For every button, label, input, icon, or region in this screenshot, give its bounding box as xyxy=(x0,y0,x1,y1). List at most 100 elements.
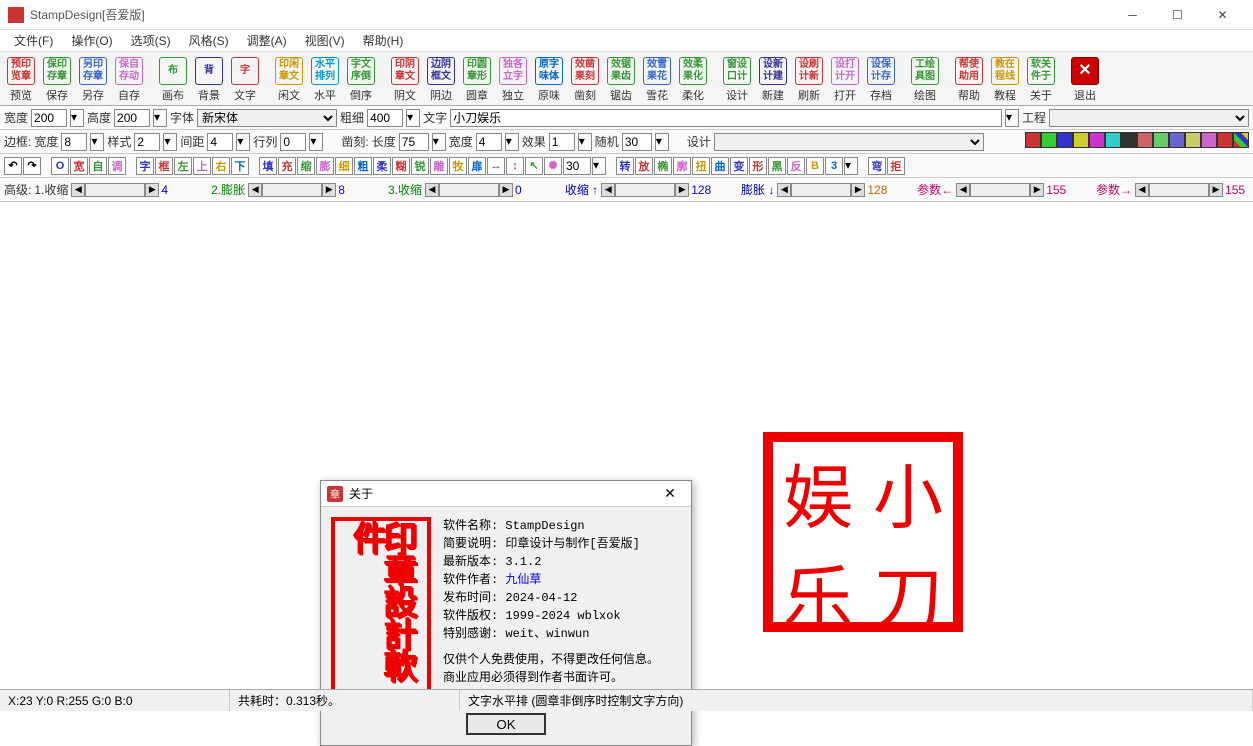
toolbar-保存[interactable]: 保印存章保存 xyxy=(40,55,74,103)
swatch[interactable] xyxy=(1121,132,1137,148)
swatch[interactable] xyxy=(1153,132,1169,148)
toolbar-帮助[interactable]: 帮使助用帮助 xyxy=(952,55,986,103)
toolbar-新建[interactable]: 设新计建新建 xyxy=(756,55,790,103)
toolbar-刷新[interactable]: 设刷计新刷新 xyxy=(792,55,826,103)
tool-变[interactable]: 变 xyxy=(730,157,748,175)
maximize-button[interactable]: ☐ xyxy=(1155,1,1200,29)
style-dd[interactable]: ▾ xyxy=(163,133,177,151)
shrink-up-slider[interactable]: ◀▶128 xyxy=(601,183,715,197)
toolbar-水平[interactable]: 水平排列水平 xyxy=(308,55,342,103)
tool-充[interactable]: 充 xyxy=(278,157,296,175)
swatch[interactable] xyxy=(1137,132,1153,148)
toolbar-原味[interactable]: 原字味体原味 xyxy=(532,55,566,103)
toolbar-雪花[interactable]: 效雪果花雪花 xyxy=(640,55,674,103)
undo-redo[interactable]: ↷ xyxy=(23,157,41,175)
tool-框[interactable]: 框 xyxy=(155,157,173,175)
swatch[interactable] xyxy=(1057,132,1073,148)
weight-dropdown[interactable]: ▾ xyxy=(406,109,420,127)
random-input[interactable] xyxy=(622,133,652,151)
tool-形[interactable]: 形 xyxy=(749,157,767,175)
carve-width-input[interactable] xyxy=(476,133,502,151)
swatch[interactable] xyxy=(1105,132,1121,148)
carve-length-input[interactable] xyxy=(399,133,429,151)
toolbar-画布[interactable]: 布画布 xyxy=(156,55,190,103)
toolbar-柔化[interactable]: 效柔果化柔化 xyxy=(676,55,710,103)
close-button[interactable]: ✕ xyxy=(1200,1,1245,29)
tool-放[interactable]: 放 xyxy=(635,157,653,175)
tool-拒[interactable]: 拒 xyxy=(887,157,905,175)
tool-椭[interactable]: 椭 xyxy=(654,157,672,175)
tool-宽[interactable]: 宽 xyxy=(70,157,88,175)
rand-dd[interactable]: ▾ xyxy=(655,133,669,151)
toolbar-关于[interactable]: 软关件于关于 xyxy=(1024,55,1058,103)
tool-↔[interactable]: ↔ xyxy=(487,157,505,175)
toolbar-设计[interactable]: 窗设口计设计 xyxy=(720,55,754,103)
project-select[interactable] xyxy=(1049,109,1249,127)
tool-锐[interactable]: 锐 xyxy=(411,157,429,175)
tool-自[interactable]: 自 xyxy=(89,157,107,175)
swatch[interactable] xyxy=(1185,132,1201,148)
height-dropdown[interactable]: ▾ xyxy=(153,109,167,127)
text-dropdown[interactable]: ▾ xyxy=(1005,109,1019,127)
len-dd[interactable]: ▾ xyxy=(432,133,446,151)
tool-粗[interactable]: 粗 xyxy=(354,157,372,175)
menu-选项(S)[interactable]: 选项(S) xyxy=(123,30,179,51)
toolbar-预览[interactable]: 预印览章预览 xyxy=(4,55,38,103)
param-left-slider[interactable]: ◀▶155 xyxy=(956,183,1070,197)
toolbar-存档[interactable]: 设保计存存档 xyxy=(864,55,898,103)
text-input[interactable] xyxy=(450,109,1002,127)
tool-3[interactable]: 3 xyxy=(825,157,843,175)
tool-↖[interactable]: ↖ xyxy=(525,157,543,175)
tool-柔[interactable]: 柔 xyxy=(373,157,391,175)
toolbar-绘图[interactable]: 工绘具图绘图 xyxy=(908,55,942,103)
menu-帮助(H)[interactable]: 帮助(H) xyxy=(355,30,412,51)
undo-redo[interactable]: ↶ xyxy=(4,157,22,175)
about-ok-button[interactable]: OK xyxy=(466,713,546,735)
tool-扉[interactable]: 扉 xyxy=(468,157,486,175)
tool-缩[interactable]: 缩 xyxy=(297,157,315,175)
toolbar-凿刻[interactable]: 效凿果刻凿刻 xyxy=(568,55,602,103)
design-select[interactable] xyxy=(714,133,984,151)
swatch[interactable] xyxy=(1073,132,1089,148)
weight-input[interactable] xyxy=(367,109,403,127)
row4-number-dd[interactable]: ▾ xyxy=(592,157,606,175)
effect-dd[interactable]: ▾ xyxy=(578,133,592,151)
menu-风格(S)[interactable]: 风格(S) xyxy=(181,30,237,51)
toolbar-独立[interactable]: 独各立字独立 xyxy=(496,55,530,103)
tool-右[interactable]: 右 xyxy=(212,157,230,175)
tool-B[interactable]: B xyxy=(806,157,824,175)
width-dropdown[interactable]: ▾ xyxy=(70,109,84,127)
expand-down-slider[interactable]: ◀▶128 xyxy=(777,183,891,197)
gap-dd[interactable]: ▾ xyxy=(236,133,250,151)
swatch[interactable] xyxy=(1025,132,1041,148)
tool-黑[interactable]: 黑 xyxy=(768,157,786,175)
tool-牧[interactable]: 牧 xyxy=(449,157,467,175)
tool-廓[interactable]: 廓 xyxy=(673,157,691,175)
menu-调整(A)[interactable]: 调整(A) xyxy=(239,30,295,51)
swatch-grid[interactable] xyxy=(1233,132,1249,148)
height-input[interactable] xyxy=(114,109,150,127)
toolbar-锯齿[interactable]: 效锯果齿锯齿 xyxy=(604,55,638,103)
tool-转[interactable]: 转 xyxy=(616,157,634,175)
cw-dd[interactable]: ▾ xyxy=(505,133,519,151)
effect-input[interactable] xyxy=(549,133,575,151)
bw-dd[interactable]: ▾ xyxy=(90,133,104,151)
toolbar-背景[interactable]: 背背景 xyxy=(192,55,226,103)
width-input[interactable] xyxy=(31,109,67,127)
toolbar-打开[interactable]: 设打计开打开 xyxy=(828,55,862,103)
tool-字[interactable]: 字 xyxy=(136,157,154,175)
shrink1-slider[interactable]: ◀▶4 xyxy=(71,183,185,197)
toolbar-闲文[interactable]: 印闲章文闲文 xyxy=(272,55,306,103)
toolbar-文字[interactable]: 字文字 xyxy=(228,55,262,103)
toolbar-倒序[interactable]: 字文序倒倒序 xyxy=(344,55,378,103)
tool-调[interactable]: 调 xyxy=(108,157,126,175)
toolbar-阴文[interactable]: 印阴章文阴文 xyxy=(388,55,422,103)
swatch[interactable] xyxy=(1169,132,1185,148)
tool-反[interactable]: 反 xyxy=(787,157,805,175)
toolbar-退出[interactable]: ✕退出 xyxy=(1068,55,1102,103)
border-width-input[interactable] xyxy=(61,133,87,151)
rc-dd[interactable]: ▾ xyxy=(309,133,323,151)
canvas-area[interactable]: 娱 小 乐 刀 章 关于 ✕ 印章設計軟件 软件名称: StampDesign简… xyxy=(0,202,1253,677)
toolbar-阴边[interactable]: 边阴框文阴边 xyxy=(424,55,458,103)
about-close-button[interactable]: ✕ xyxy=(655,485,685,502)
